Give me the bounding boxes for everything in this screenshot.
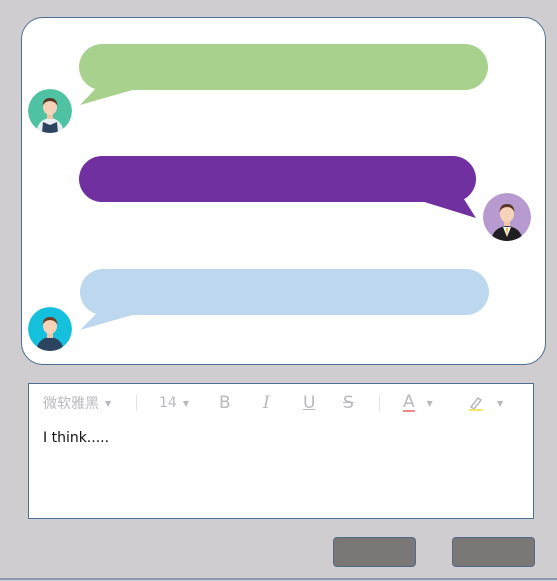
italic-icon[interactable]: I (263, 393, 270, 413)
avatar-green-male (28, 89, 72, 133)
bubble-tail-3 (80, 312, 136, 330)
bubble-tail-2 (418, 196, 476, 218)
editor-content[interactable]: I think..... (43, 430, 109, 446)
action-button-1[interactable] (333, 537, 416, 567)
toolbar-divider (136, 395, 137, 411)
highlight-icon[interactable]: ▼ (467, 393, 503, 413)
editor-toolbar: 微软雅黑 ▼ 14 ▼ B I U S A ▼ ▼ (29, 384, 533, 422)
font-size-value: 14 (159, 395, 177, 411)
avatar-purple-suit-male (483, 193, 531, 241)
bold-icon[interactable]: B (219, 393, 231, 413)
font-family-select[interactable]: 微软雅黑 ▼ (43, 393, 111, 413)
avatar-cyan-male (28, 307, 72, 351)
toolbar-divider (379, 395, 380, 411)
chevron-down-icon: ▼ (105, 398, 112, 408)
message-bubble-2 (79, 156, 476, 202)
font-color-icon[interactable]: A ▼ (403, 393, 433, 413)
strikethrough-icon[interactable]: S (343, 393, 354, 413)
chevron-down-icon: ▼ (182, 398, 189, 408)
underline-icon[interactable]: U (303, 393, 315, 413)
bottom-divider (0, 578, 557, 580)
chat-panel (21, 17, 546, 365)
chevron-down-icon: ▼ (497, 398, 504, 408)
chevron-down-icon: ▼ (426, 398, 433, 408)
bubble-tail-1 (80, 86, 136, 105)
message-bubble-1 (79, 44, 488, 90)
action-button-2[interactable] (452, 537, 535, 567)
message-bubble-3 (80, 269, 489, 315)
message-editor[interactable]: 微软雅黑 ▼ 14 ▼ B I U S A ▼ ▼ I think..... (28, 383, 534, 519)
font-size-select[interactable]: 14 ▼ (159, 393, 189, 413)
font-family-value: 微软雅黑 (43, 396, 99, 412)
highlighter-pen-icon (469, 396, 483, 411)
